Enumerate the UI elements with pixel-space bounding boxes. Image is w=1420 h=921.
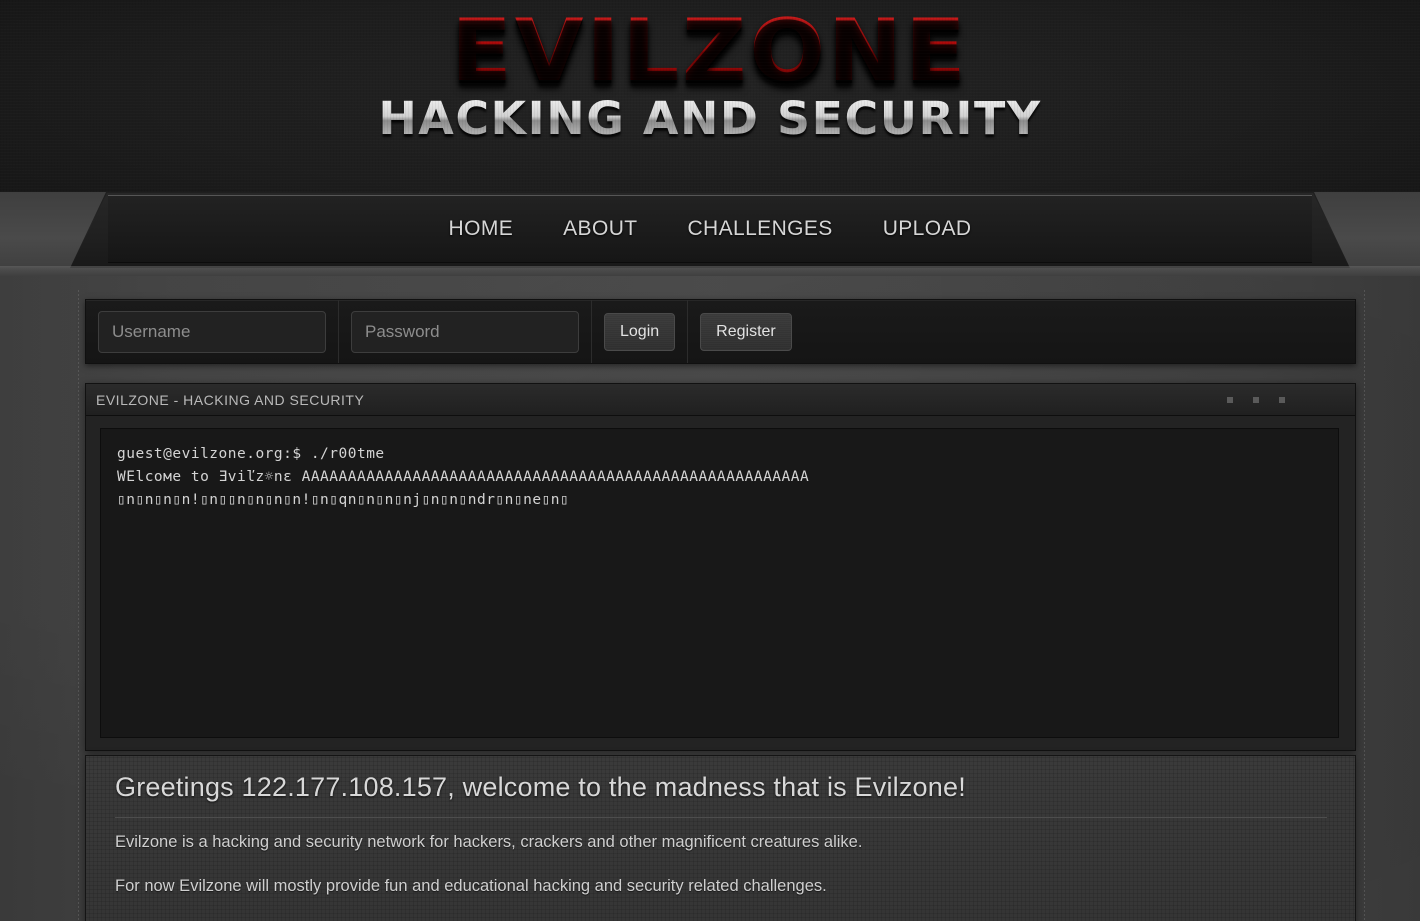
greeting-divider <box>115 817 1327 818</box>
terminal-line-prompt: guest@evilzone.org:$ ./r00tme <box>117 446 385 462</box>
window-controls <box>1227 384 1285 415</box>
login-bar: Login Register <box>85 299 1356 364</box>
page-root: EVILZONE HACKING AND SECURITY HOME ABOUT… <box>0 0 1420 921</box>
login-button[interactable]: Login <box>604 312 676 351</box>
intro-paragraph-2: For now Evilzone will mostly provide fun… <box>115 876 827 895</box>
nav-shelf-decoration <box>0 266 1420 276</box>
right-rail-decoration <box>1364 290 1365 921</box>
username-cell <box>86 300 339 363</box>
terminal-line-welcome: WElcoмe to Ǝviľz☼nε AAAAAAAAAAAAAAAAAAAA… <box>117 469 810 485</box>
logo-tagline: HACKING AND SECURITY <box>0 96 1420 141</box>
left-rail-decoration <box>78 290 79 921</box>
main-navigation: HOME ABOUT CHALLENGES UPLOAD <box>108 195 1312 263</box>
register-button[interactable]: Register <box>700 312 792 351</box>
terminal-title: EVILZONE - HACKING AND SECURITY <box>96 391 365 408</box>
masthead-banner: EVILZONE HACKING AND SECURITY <box>0 0 1420 192</box>
tagline-paragraph: Quality above quantity. <box>115 917 1331 921</box>
nav-item-about[interactable]: ABOUT <box>553 213 647 245</box>
nav-item-upload[interactable]: UPLOAD <box>873 213 982 245</box>
intro-paragraph-1: Evilzone is a hacking and security netwo… <box>115 833 863 851</box>
password-cell <box>339 300 592 363</box>
maximize-dot-icon[interactable] <box>1253 396 1259 403</box>
navigation-region: HOME ABOUT CHALLENGES UPLOAD <box>0 192 1420 276</box>
terminal-output: guest@evilzone.org:$ ./r00tme WElcoмe to… <box>100 428 1339 738</box>
login-button-cell: Login <box>592 300 689 363</box>
terminal-line-glyphs: ▯n▯n▯n▯n!▯n▯▯n▯n▯n▯n!▯n▯qn▯n▯n▯nj▯n▯n▯nd… <box>117 492 570 508</box>
terminal-window: EVILZONE - HACKING AND SECURITY guest@ev… <box>85 383 1356 751</box>
logo-title: EVILZONE <box>0 8 1420 94</box>
password-input[interactable] <box>351 310 579 353</box>
terminal-titlebar: EVILZONE - HACKING AND SECURITY <box>86 384 1355 416</box>
nav-item-home[interactable]: HOME <box>439 213 524 245</box>
username-input[interactable] <box>98 310 326 353</box>
minimize-dot-icon[interactable] <box>1227 396 1233 403</box>
greeting-heading: Greetings 122.177.108.157, welcome to th… <box>115 772 966 802</box>
nav-item-challenges[interactable]: CHALLENGES <box>677 213 842 245</box>
content-panel: Greetings 122.177.108.157, welcome to th… <box>85 755 1356 921</box>
site-logo: EVILZONE HACKING AND SECURITY <box>0 8 1420 141</box>
close-dot-icon[interactable] <box>1279 396 1285 403</box>
register-button-cell: Register <box>688 300 804 363</box>
